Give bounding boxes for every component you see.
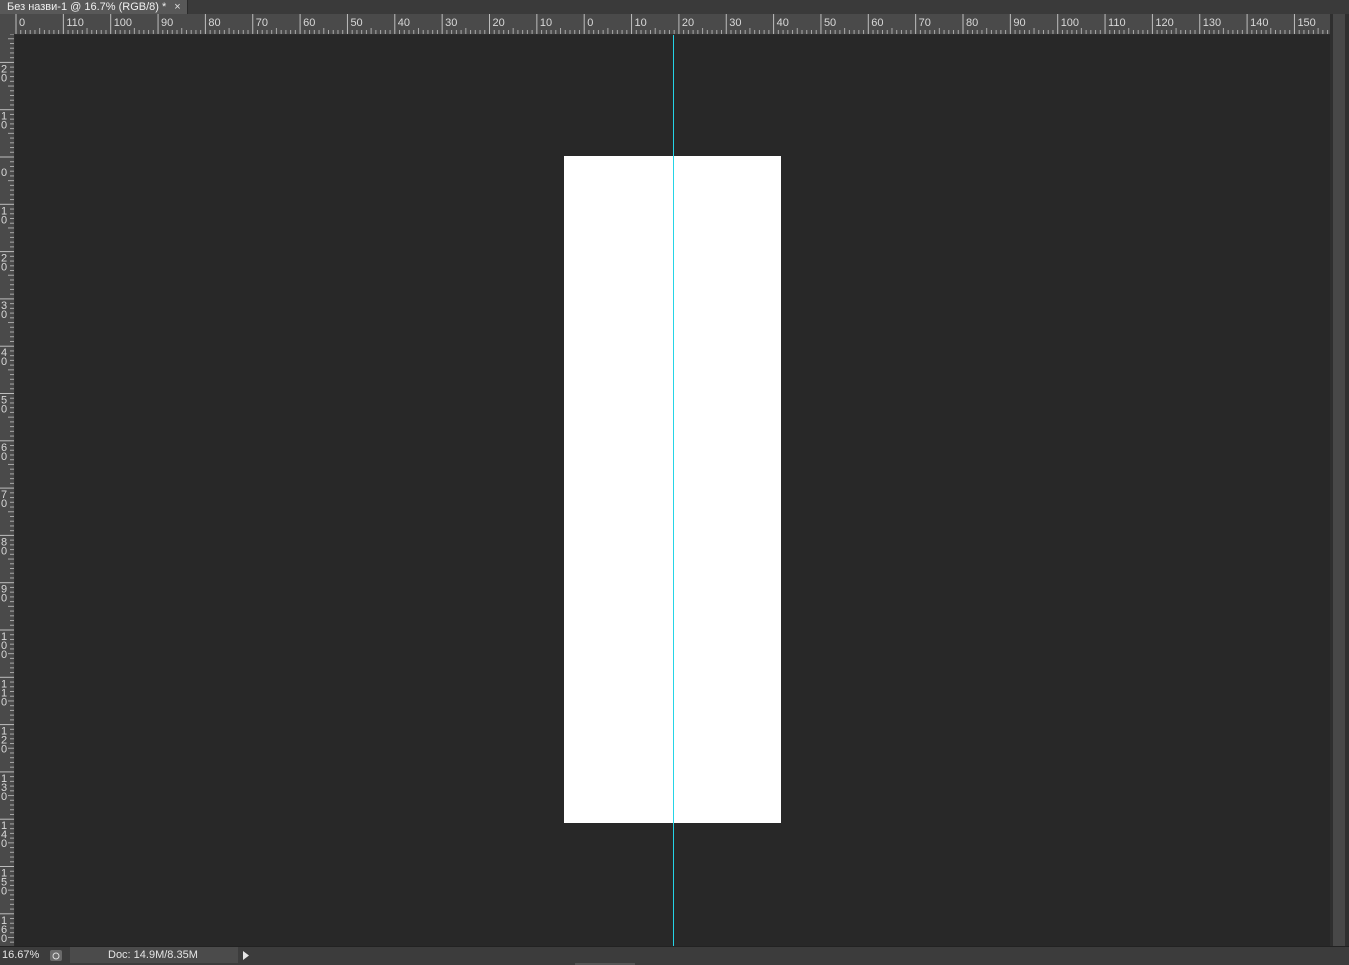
vertical-ruler-scale: 2010010203040506070809010011012013014015… — [0, 34, 14, 945]
vertical-scrollbar-thumb[interactable] — [1333, 14, 1345, 946]
ruler-label: 0 — [1, 593, 7, 605]
zoom-level[interactable]: 16.67% — [2, 949, 39, 961]
ruler-label: 0 — [1, 214, 7, 226]
ruler-label: 140 — [1250, 17, 1268, 29]
ruler-label: 40 — [398, 17, 410, 29]
ruler-label: 30 — [445, 17, 457, 29]
document-tab-bar: Без назви-1 @ 16.7% (RGB/8) * × — [0, 0, 1349, 14]
ruler-label: 10 — [540, 17, 552, 29]
ruler-origin-corner[interactable] — [0, 14, 15, 35]
ruler-label: 50 — [824, 17, 836, 29]
ruler-label: 0 — [1, 404, 7, 416]
horizontal-ruler-scale: 0 110 100 90 80 70 60 50 40 30 20 10 0 10 20 30 40 50 60 70… — [15, 14, 1329, 34]
ruler-label: 0 — [1, 309, 7, 321]
ruler-label: 110 — [66, 17, 84, 29]
doc-info-text: Doc: 14.9M/8.35M — [108, 949, 198, 961]
document-tab[interactable]: Без назви-1 @ 16.7% (RGB/8) * × — [0, 0, 188, 14]
horizontal-ruler[interactable]: 0 110 100 90 80 70 60 50 40 30 20 10 0 10 20 30 40 50 60 70… — [14, 14, 1330, 35]
ruler-label: 0 — [587, 17, 593, 29]
ruler-label: 60 — [303, 17, 315, 29]
vertical-guide[interactable] — [673, 35, 674, 946]
vertical-ruler[interactable]: 2010010203040506070809010011012013014015… — [0, 34, 15, 946]
ruler-label: 20 — [493, 17, 505, 29]
ruler-label: 30 — [729, 17, 741, 29]
ruler-label: 0 — [1, 649, 7, 661]
ruler-label: 80 — [966, 17, 978, 29]
ruler-label: 0 — [1, 933, 7, 945]
document-tab-title: Без назви-1 @ 16.7% (RGB/8) * — [7, 1, 167, 13]
ruler-label: 50 — [350, 17, 362, 29]
vertical-scrollbar[interactable] — [1330, 14, 1349, 946]
ruler-label: 0 — [1, 498, 7, 510]
ruler-label: 0 — [1, 356, 7, 368]
ruler-label: 0 — [1, 167, 7, 179]
share-icon[interactable] — [50, 950, 62, 961]
ruler-label: 80 — [208, 17, 220, 29]
ruler-label: 110 — [1108, 17, 1126, 29]
doc-info-field: Doc: 14.9M/8.35M — [70, 947, 238, 963]
ruler-label: 0 — [1, 838, 7, 850]
ruler-label: 20 — [682, 17, 694, 29]
ruler-label: 0 — [1, 545, 7, 557]
ruler-label: 150 — [1297, 17, 1315, 29]
status-menu-arrow-icon[interactable] — [240, 949, 250, 961]
ruler-label: 0 — [1, 72, 7, 84]
ruler-label: 120 — [1155, 17, 1173, 29]
ruler-label: 10 — [635, 17, 647, 29]
ruler-label: 60 — [871, 17, 883, 29]
status-bar: 16.67% Doc: 14.9M/8.35M — [0, 946, 1349, 965]
ruler-label: 0 — [1, 744, 7, 756]
ruler-label: 70 — [919, 17, 931, 29]
ruler-label: 0 — [1, 696, 7, 708]
ruler-label: 40 — [777, 17, 789, 29]
ruler-label: 0 — [1, 120, 7, 132]
ruler-label: 130 — [1203, 17, 1221, 29]
ruler-label: 0 — [1, 791, 7, 803]
ruler-label: 100 — [1061, 17, 1079, 29]
ruler-label: 0 — [1, 451, 7, 463]
ruler-label: 0 — [1, 262, 7, 274]
ruler-label: 100 — [114, 17, 132, 29]
ruler-label: 0 — [19, 17, 25, 29]
ruler-label: 90 — [1013, 17, 1025, 29]
ruler-label: 90 — [161, 17, 173, 29]
ruler-label: 0 — [1, 886, 7, 898]
close-icon[interactable]: × — [174, 0, 180, 14]
ruler-label: 70 — [256, 17, 268, 29]
